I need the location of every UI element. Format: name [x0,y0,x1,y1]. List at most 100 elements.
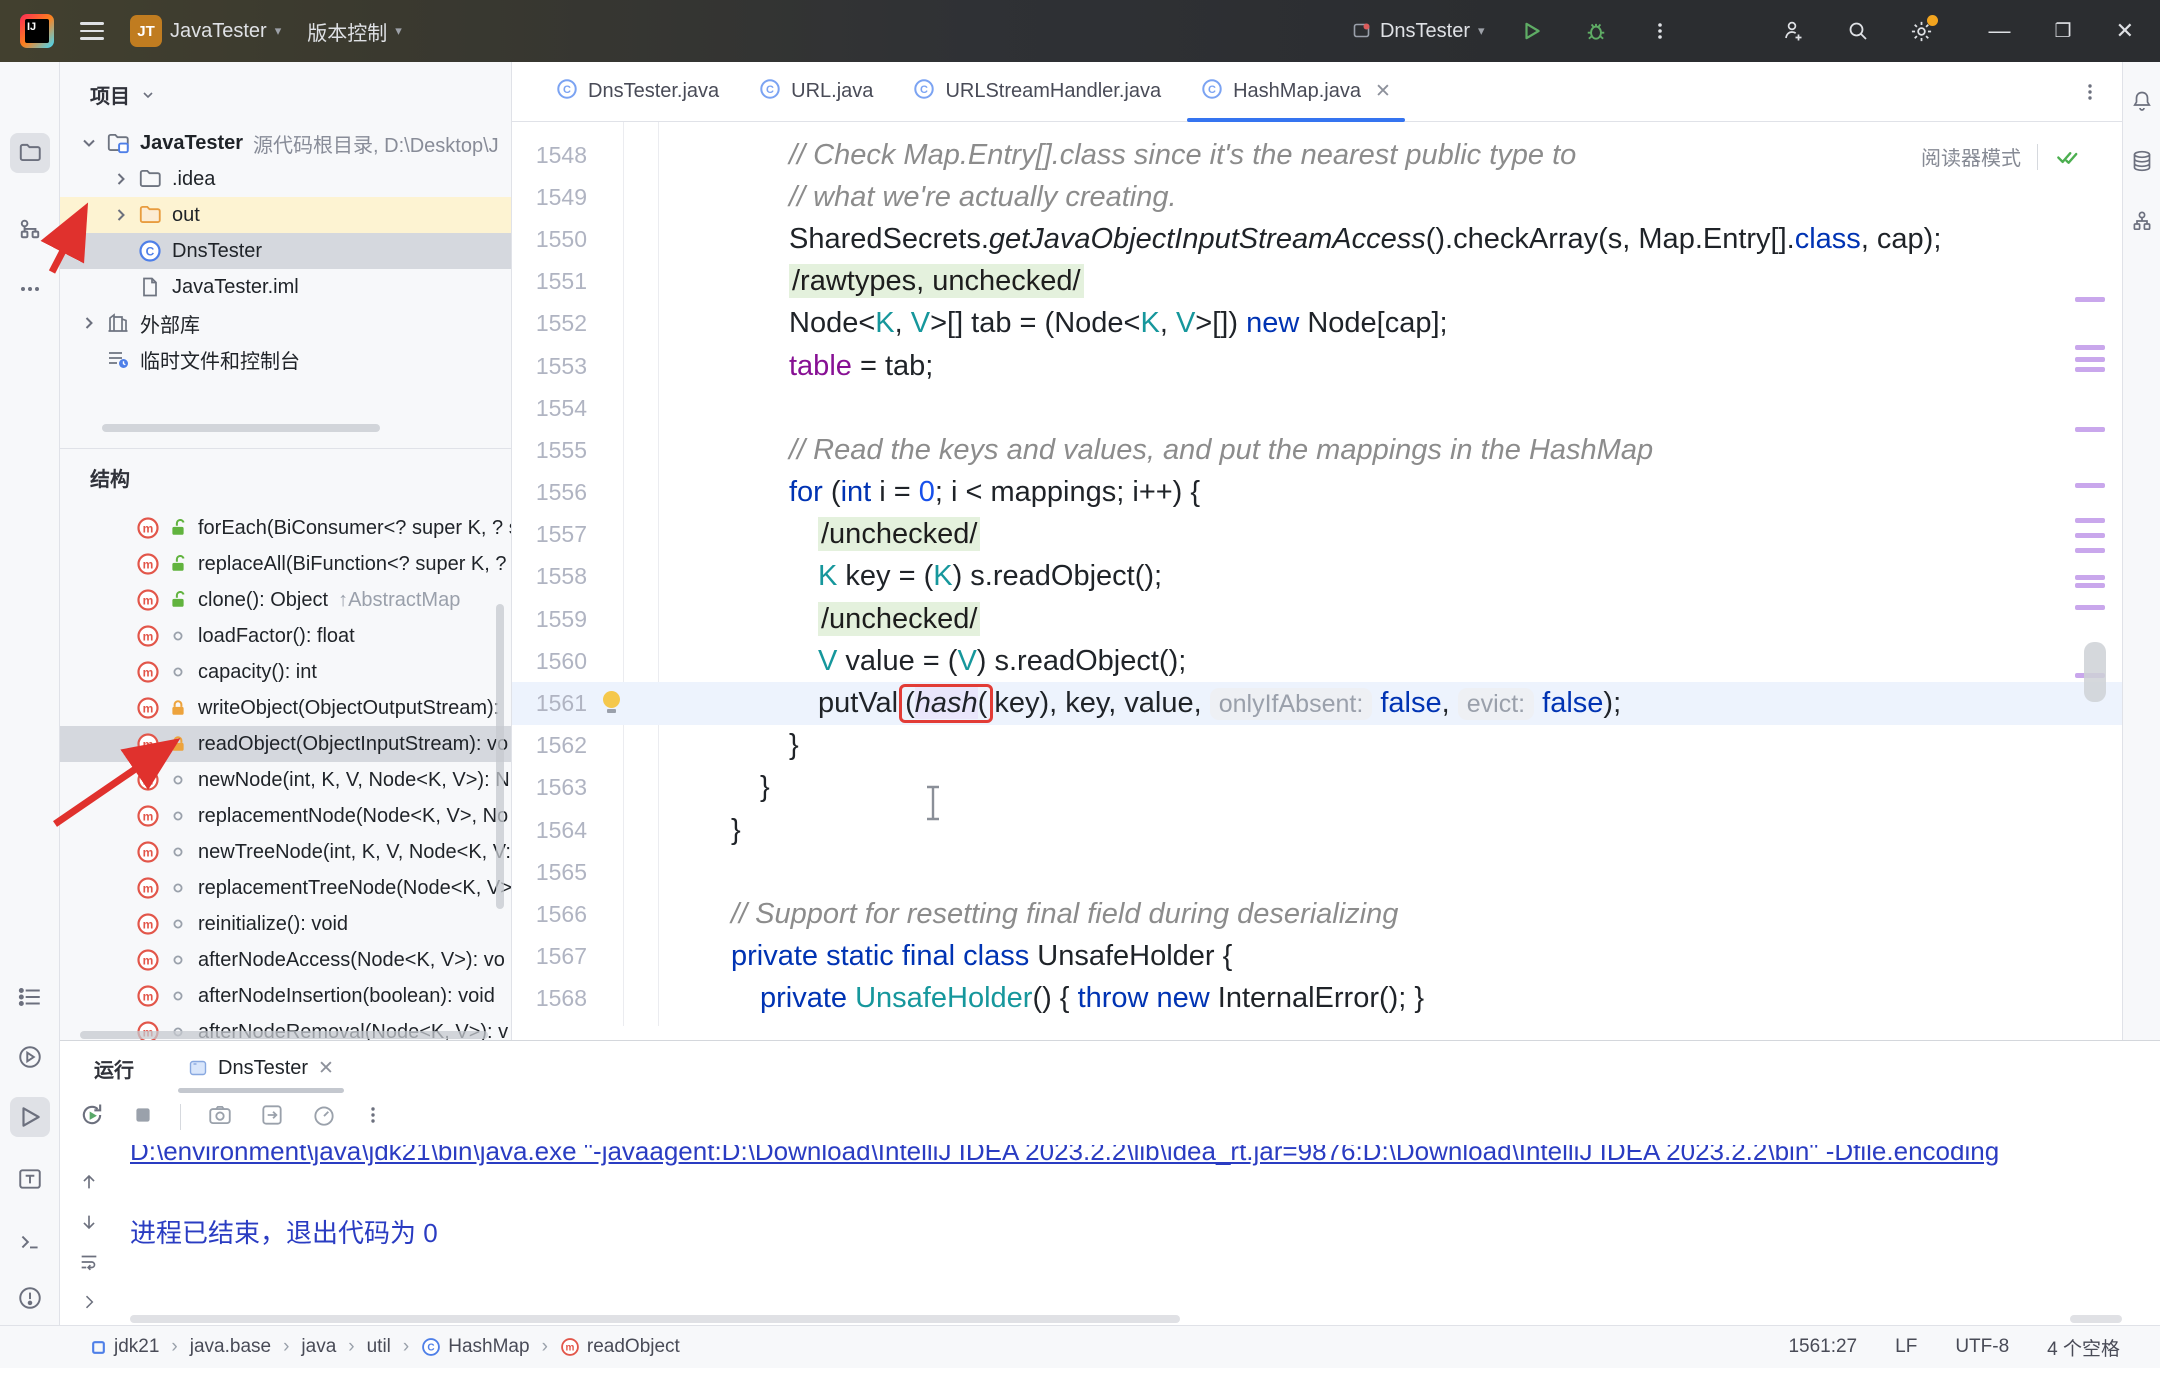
console-scrollbar-corner[interactable] [2070,1315,2122,1323]
structure-horizontal-scrollbar[interactable] [80,1031,488,1039]
settings-button[interactable] [1905,14,1939,48]
problems-tool-icon[interactable] [10,1278,50,1318]
code-line-1560[interactable]: 1560V value = (V) s.readObject(); [512,640,2122,682]
code-line-1557[interactable]: 1557/unchecked/ [512,514,2122,556]
project-tool-icon[interactable] [10,133,50,173]
tree-item-dnstester[interactable]: CDnsTester [60,233,511,269]
line-number[interactable]: 1560 [512,648,587,675]
run-config-widget[interactable]: DnsTester ▾ [1352,20,1485,43]
line-number[interactable]: 1551 [512,268,587,295]
todo-tool-icon[interactable] [10,977,50,1017]
tab-hashmap-java[interactable]: CHashMap.java✕ [1181,62,1411,121]
line-number[interactable]: 1563 [512,774,587,801]
tree-item-out[interactable]: out [60,197,511,233]
structure-item[interactable]: mloadFactor(): float [60,618,511,654]
hierarchy-tool-icon[interactable] [2125,204,2159,238]
line-number[interactable]: 1562 [512,732,587,759]
code-line-1548[interactable]: 1548// Check Map.Entry[].class since it'… [512,134,2122,176]
terminal-tool-icon[interactable] [10,1222,50,1262]
code-with-me-button[interactable] [1777,14,1811,48]
tree-item-javatester[interactable]: JavaTester源代码根目录, D:\Desktop\J [60,125,511,161]
code-line-1559[interactable]: 1559/unchecked/ [512,598,2122,640]
dump-threads-button[interactable] [259,1102,285,1133]
structure-item[interactable]: mforEach(BiConsumer<? super K, ? s [60,510,511,546]
breadcrumb-util[interactable]: util [367,1336,391,1358]
line-number[interactable]: 1561 [512,690,587,717]
notifications-icon[interactable] [2125,84,2159,118]
tree-item-javatester-iml[interactable]: JavaTester.iml [60,269,511,305]
project-horizontal-scrollbar[interactable] [102,424,380,432]
window-close-button[interactable]: ✕ [2116,18,2134,44]
code-line-1554[interactable]: 1554 [512,387,2122,429]
structure-item[interactable]: mnewNode(int, K, V, Node<K, V>): N [60,762,511,798]
structure-vertical-scrollbar[interactable] [496,604,504,909]
more-tool-windows-icon[interactable] [10,269,50,309]
structure-item[interactable]: mafterNodeAccess(Node<K, V>): vo [60,942,511,978]
line-number[interactable]: 1564 [512,817,587,844]
line-number[interactable]: 1566 [512,901,587,928]
code-editor[interactable]: 1548// Check Map.Entry[].class since it'… [512,122,2122,1040]
line-number[interactable]: 1558 [512,563,587,590]
line-number[interactable]: 1548 [512,142,587,169]
line-number[interactable]: 1556 [512,479,587,506]
structure-item[interactable]: mreplacementNode(Node<K, V>, No [60,798,511,834]
structure-item[interactable]: mcapacity(): int [60,654,511,690]
line-number[interactable]: 1567 [512,943,587,970]
status-item[interactable]: 4 个空格 [2047,1334,2120,1361]
vcs-widget[interactable]: 版本控制 ▾ [307,17,402,46]
stop-button[interactable] [132,1104,154,1131]
line-number[interactable]: 1565 [512,859,587,886]
debug-button[interactable] [1579,14,1613,48]
project-widget[interactable]: JT JavaTester ▾ [130,15,281,47]
line-number[interactable]: 1568 [512,985,587,1012]
breadcrumb-jdk21[interactable]: jdk21 [90,1336,159,1358]
code-line-1555[interactable]: 1555// Read the keys and values, and put… [512,429,2122,471]
run-tab-dnstester[interactable]: DnsTester ✕ [178,1041,344,1095]
tab-list-more-icon[interactable] [2080,62,2122,121]
line-number[interactable]: 1552 [512,310,587,337]
line-number[interactable]: 1555 [512,437,587,464]
structure-panel-header[interactable]: 结构 [60,449,511,502]
structure-item[interactable]: mreplacementTreeNode(Node<K, V> [60,870,511,906]
reader-mode-widget[interactable]: 阅读器模式 [1915,138,2086,175]
structure-item[interactable]: mwriteObject(ObjectOutputStream): [60,690,511,726]
more-actions-button[interactable] [1643,14,1677,48]
code-line-1566[interactable]: 1566// Support for resetting final field… [512,893,2122,935]
chevron-right-icon[interactable] [108,169,134,189]
status-item[interactable]: LF [1895,1336,1917,1358]
tree-item--idea[interactable]: .idea [60,161,511,197]
code-line-1563[interactable]: 1563} [512,767,2122,809]
editor-vertical-scrollbar[interactable] [2084,642,2106,702]
console-horizontal-scrollbar[interactable] [130,1315,1180,1323]
tab-url-java[interactable]: CURL.java [739,62,893,121]
run-button[interactable] [1515,14,1549,48]
line-number[interactable]: 1554 [512,395,587,422]
tab-urlstreamhandler-java[interactable]: CURLStreamHandler.java [893,62,1181,121]
python-console-tool-icon[interactable] [10,1159,50,1199]
main-menu-icon[interactable] [80,22,104,40]
line-number[interactable]: 1559 [512,606,587,633]
expand-icon[interactable] [74,1289,104,1315]
code-line-1549[interactable]: 1549// what we're actually creating. [512,176,2122,218]
rerun-button[interactable] [78,1101,106,1134]
soft-wrap-icon[interactable] [74,1249,104,1275]
tree-item--[interactable]: 外部库 [60,305,511,341]
breadcrumb-hashmap[interactable]: CHashMap [421,1336,529,1358]
chevron-down-icon[interactable] [76,133,102,153]
search-everywhere-button[interactable] [1841,14,1875,48]
structure-tool-icon[interactable] [10,210,50,250]
profiler-button[interactable] [311,1102,337,1133]
intention-bulb-icon[interactable] [601,691,621,711]
chevron-right-icon[interactable] [76,313,102,333]
breadcrumb-java[interactable]: java [301,1336,336,1358]
status-item[interactable]: UTF-8 [1955,1336,2009,1358]
structure-item[interactable]: mclone(): Object↑AbstractMap [60,582,511,618]
window-minimize-button[interactable]: — [1989,18,2011,44]
run-tool-icon[interactable] [10,1097,50,1137]
line-number[interactable]: 1553 [512,353,587,380]
code-line-1564[interactable]: 1564} [512,809,2122,851]
code-line-1552[interactable]: 1552Node<K, V>[] tab = (Node<K, V>[]) ne… [512,303,2122,345]
code-line-1565[interactable]: 1565 [512,851,2122,893]
structure-item[interactable]: mreinitialize(): void [60,906,511,942]
tab-dnstester-java[interactable]: CDnsTester.java [536,62,739,121]
